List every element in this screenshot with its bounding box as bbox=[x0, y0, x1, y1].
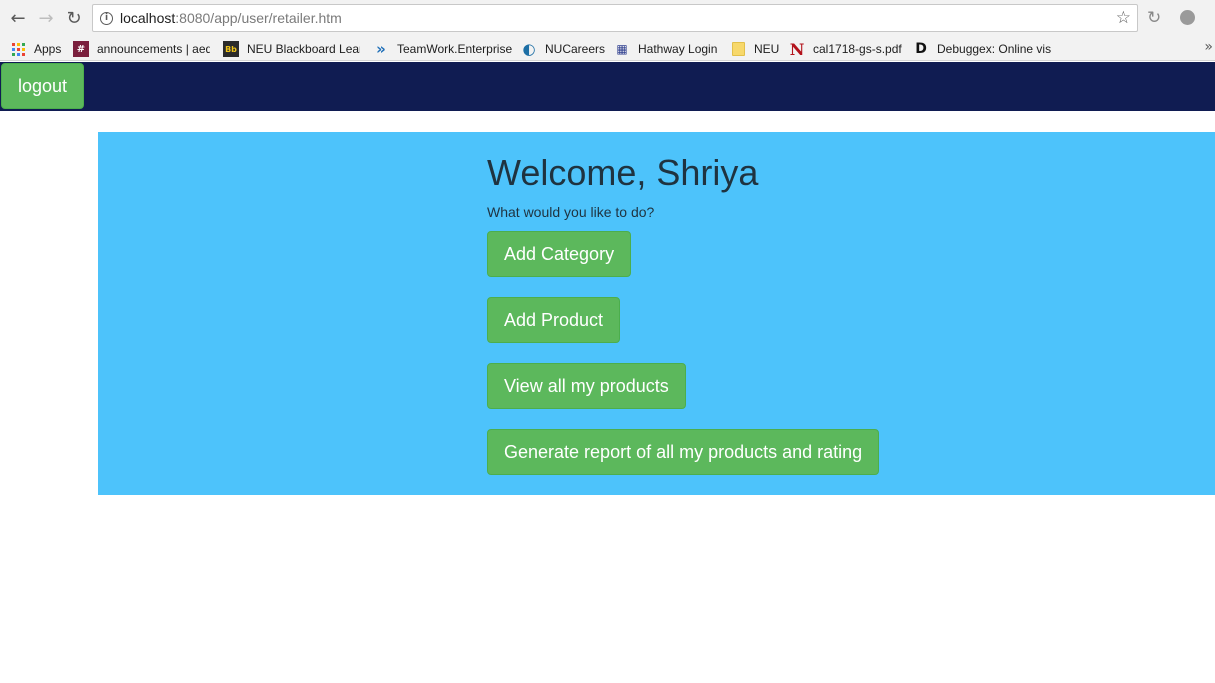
teamwork-icon: » bbox=[376, 40, 386, 58]
blackboard-icon: Bb bbox=[223, 41, 239, 57]
address-bar[interactable]: i localhost:8080/app/user/retailer.htm ☆ bbox=[92, 4, 1138, 32]
bookmark-label: NEU Blackboard Learn bbox=[247, 42, 360, 56]
generate-report-button[interactable]: Generate report of all my products and r… bbox=[487, 429, 880, 475]
bookmark-label: TeamWork.Enterprise bbox=[397, 42, 513, 56]
url-path: :8080/app/user/retailer.htm bbox=[175, 10, 342, 26]
hathway-icon: ▦ bbox=[616, 42, 628, 56]
bookmark-label: Debuggex: Online vis bbox=[937, 42, 1051, 56]
bookmark-hathway[interactable]: ▦ Hathway Login bbox=[614, 40, 720, 58]
bookmark-teamwork[interactable]: » TeamWork.Enterprise bbox=[373, 40, 513, 58]
bookmark-neu-folder[interactable]: NEU bbox=[730, 40, 780, 58]
view-products-button[interactable]: View all my products bbox=[487, 363, 686, 409]
add-product-button[interactable]: Add Product bbox=[487, 297, 621, 343]
forward-arrow-icon[interactable]: → bbox=[36, 7, 56, 29]
bookmark-label: NUCareers bbox=[545, 42, 606, 56]
info-icon[interactable]: i bbox=[100, 12, 113, 25]
nucareers-icon: ◐ bbox=[522, 40, 536, 58]
bookmark-label: Hathway Login bbox=[638, 42, 718, 56]
bookmark-cal-pdf[interactable]: N cal1718-gs-s.pdf bbox=[789, 40, 904, 58]
url-host: localhost bbox=[120, 10, 176, 26]
welcome-panel: Welcome, Shriya What would you like to d… bbox=[98, 132, 1215, 495]
extension-chat-icon[interactable] bbox=[1180, 10, 1195, 25]
folder-icon bbox=[730, 41, 746, 57]
debuggex-icon: D bbox=[915, 41, 927, 57]
bookmark-blackboard[interactable]: Bb NEU Blackboard Learn bbox=[223, 40, 360, 58]
bookmark-label: cal1718-gs-s.pdf bbox=[813, 42, 902, 56]
prompt-text: What would you like to do? bbox=[487, 204, 655, 220]
reload-icon[interactable]: ↻ bbox=[64, 7, 84, 29]
logout-button[interactable]: logout bbox=[1, 63, 84, 109]
app-header: logout bbox=[0, 62, 1215, 111]
bookmark-label: announcements | aed bbox=[97, 42, 210, 56]
bookmark-nucareers[interactable]: ◐ NUCareers bbox=[521, 40, 606, 58]
bookmark-label: Apps bbox=[34, 42, 62, 56]
slack-icon: # bbox=[73, 41, 89, 57]
bookmark-label: NEU bbox=[754, 42, 780, 56]
extension-refresh-icon[interactable]: ↻ bbox=[1147, 8, 1165, 28]
bookmark-announcements[interactable]: # announcements | aed bbox=[73, 40, 210, 58]
neu-logo-icon: N bbox=[789, 40, 805, 58]
bookmark-debuggex[interactable]: D Debuggex: Online vis bbox=[913, 40, 1051, 58]
page-title: Welcome, Shriya bbox=[487, 152, 759, 193]
bookmarks-overflow-icon[interactable]: » bbox=[1204, 39, 1213, 55]
bookmarks-bar: Apps # announcements | aed Bb NEU Blackb… bbox=[0, 36, 1215, 61]
bookmark-star-icon[interactable]: ☆ bbox=[1116, 8, 1131, 28]
bookmark-apps[interactable]: Apps bbox=[10, 40, 65, 58]
url-text[interactable]: localhost:8080/app/user/retailer.htm bbox=[120, 10, 342, 26]
back-arrow-icon[interactable]: ← bbox=[8, 7, 28, 29]
browser-toolbar: ← → ↻ i localhost:8080/app/user/retailer… bbox=[0, 0, 1215, 36]
add-category-button[interactable]: Add Category bbox=[487, 231, 632, 277]
apps-grid-icon bbox=[10, 41, 26, 57]
